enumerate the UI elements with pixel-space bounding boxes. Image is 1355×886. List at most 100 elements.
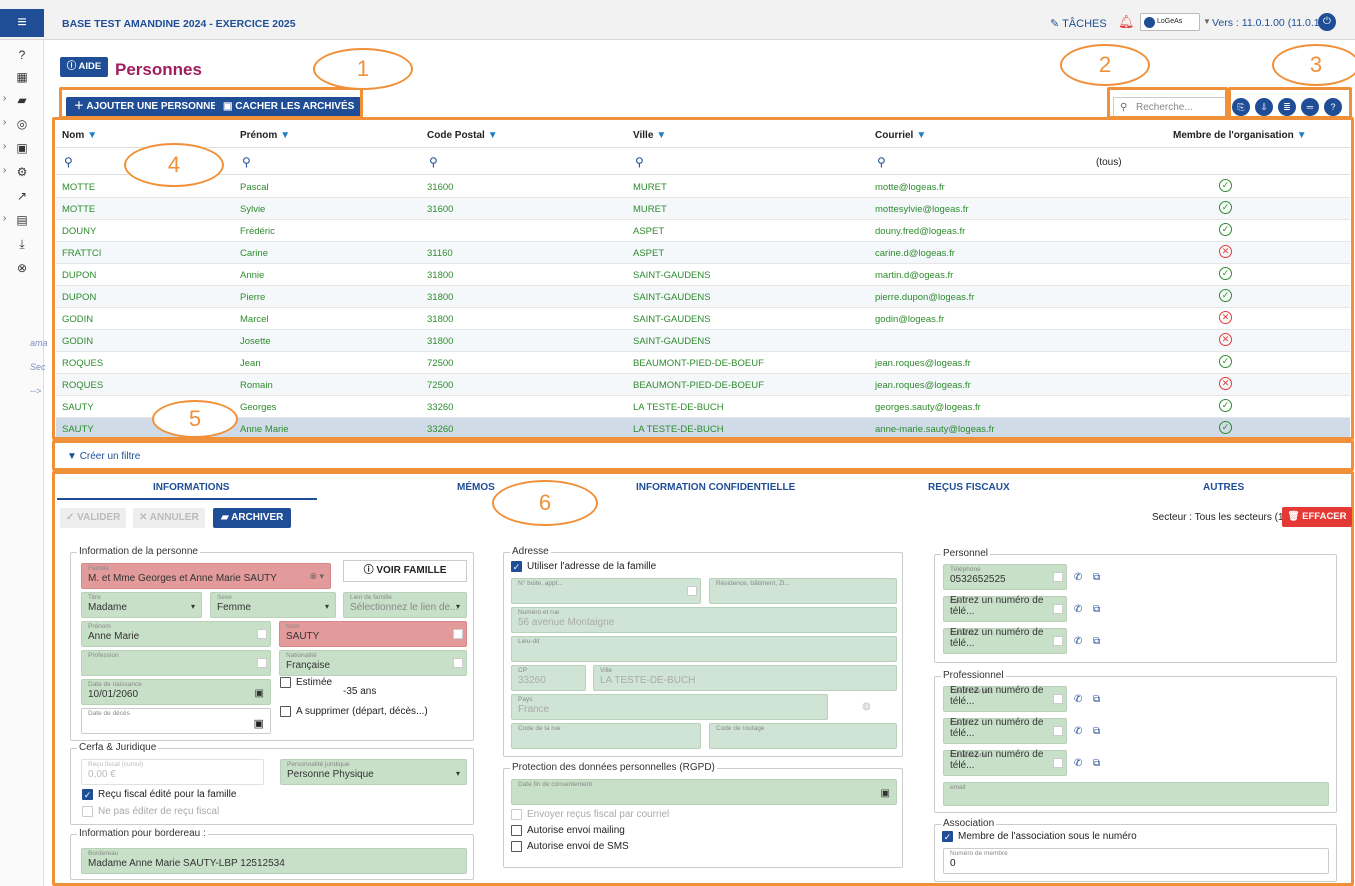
legal-entity-select[interactable]: Personnalité juridique Personne Physique ▾ — [280, 759, 467, 785]
chart-icon[interactable]: ↗ — [12, 189, 32, 205]
first-name-input[interactable]: Prénom Anne Marie — [81, 621, 271, 647]
consent-end-date-input[interactable]: Date fin de consentement ▣ — [511, 779, 897, 805]
contact-icon[interactable]: ▤ — [12, 213, 32, 229]
view-family-button[interactable]: ⓘ VOIR FAMILLE — [343, 560, 467, 582]
copy-icon[interactable]: ⧉ — [1093, 604, 1100, 615]
phone-icon[interactable]: ✆ — [1074, 636, 1082, 647]
last-name-input[interactable]: Nom SAUTY — [279, 621, 467, 647]
phone-icon[interactable]: ✆ — [1074, 726, 1082, 737]
send-receipt-email-label: Envoyer reçus fiscal par courriel — [527, 809, 670, 820]
mobile-input[interactable]: Portable Entrez un numéro de télé... — [943, 627, 1067, 654]
member-number-input[interactable]: Numéro de membre 0 — [943, 848, 1329, 874]
use-family-address-checkbox[interactable]: ✓ — [511, 561, 522, 572]
death-date-input[interactable]: Date de décès ▣ — [81, 708, 271, 734]
gear-icon[interactable]: ⚙ — [12, 165, 32, 181]
validate-button[interactable]: ✓ VALIDER — [60, 508, 127, 528]
phone-icon[interactable]: ✆ — [1074, 604, 1082, 615]
chevron-right-icon[interactable]: › — [3, 93, 6, 104]
nationality-input[interactable]: Nationalité Française — [279, 650, 467, 676]
sidebar-link[interactable]: --> — [30, 386, 41, 396]
family-link-select[interactable]: Lien de famille Sélectionnez le lien de..… — [343, 592, 467, 618]
download-icon[interactable]: ⤓ — [12, 237, 32, 253]
chevron-right-icon[interactable]: › — [3, 117, 6, 128]
family-select[interactable]: Famille M. et Mme Georges et Anne Marie S… — [81, 563, 331, 589]
briefcase-icon[interactable]: ▣ — [12, 141, 32, 157]
sidebar-link[interactable]: Sec — [30, 362, 46, 372]
phone-icon[interactable]: ✆ — [1074, 758, 1082, 769]
app-title: BASE TEST AMANDINE 2024 - EXERCICE 2025 — [62, 18, 296, 30]
tab-autres[interactable]: AUTRES — [1203, 482, 1244, 493]
estimated-label: Estimée — [296, 677, 333, 688]
sex-select[interactable]: Sexe Femme ▾ — [210, 592, 336, 618]
tab-memos[interactable]: MÉMOS — [457, 482, 495, 493]
fieldset-legend: Information pour bordereau : — [77, 828, 208, 839]
birth-date-input[interactable]: Date de naissance 10/01/2060 ▣ — [81, 679, 271, 705]
street-input[interactable]: Numéro et rue 56 avenue Montaigne — [511, 607, 897, 633]
fax-input[interactable]: Fax Entrez un numéro de télé... — [943, 595, 1067, 622]
fieldset-legend: Professionnel — [941, 670, 1006, 681]
phone-icon[interactable]: ✆ — [1074, 694, 1082, 705]
tab-recus-fiscaux[interactable]: REÇUS FISCAUX — [928, 482, 1010, 493]
help-button[interactable]: ⓘ AIDE — [60, 57, 108, 77]
chevron-right-icon[interactable]: › — [3, 165, 6, 176]
dashboard-icon[interactable]: ▦ — [12, 70, 32, 86]
hamburger-menu-icon[interactable]: ≡ — [0, 9, 44, 37]
title-select[interactable]: Titre Madame ▾ — [81, 592, 202, 618]
globe-icon[interactable]: ◍ — [862, 701, 871, 712]
city-input[interactable]: Ville LA TESTE-DE-BUCH — [593, 665, 897, 691]
annotation-box-1 — [59, 87, 363, 119]
annotation-box-5 — [52, 440, 1354, 471]
calendar-icon: ▣ — [254, 688, 264, 699]
family-receipt-checkbox[interactable]: ✓ — [82, 789, 93, 800]
chevron-right-icon[interactable]: › — [3, 213, 6, 224]
routing-code-input[interactable]: Code de routage — [709, 723, 897, 749]
tab-information-confidentielle[interactable]: INFORMATION CONFIDENTIELLE — [636, 482, 795, 493]
archive-button[interactable]: ▰ ARCHIVER — [213, 508, 292, 528]
chevron-right-icon[interactable]: › — [3, 141, 6, 152]
member-checkbox[interactable]: ✓ — [942, 831, 953, 842]
estimated-checkbox[interactable] — [280, 677, 291, 688]
pro-phone-input[interactable]: Téléphone pro. Entrez un numéro de télé..… — [943, 685, 1067, 712]
locality-input[interactable]: Lieu-dit — [511, 636, 897, 662]
fieldset-legend: Adresse — [510, 546, 551, 557]
help-icon[interactable]: ? — [12, 48, 32, 64]
copy-icon[interactable]: ⧉ — [1093, 758, 1100, 769]
copy-icon[interactable]: ⧉ — [1093, 726, 1100, 737]
email-input[interactable]: email — [943, 782, 1329, 806]
folder-icon[interactable]: ▰ — [12, 93, 32, 109]
erase-button[interactable]: 🗑︎ EFFACER — [1282, 507, 1352, 527]
fieldset-legend: Cerfa & Juridique — [77, 742, 159, 753]
cancel-button[interactable]: ✕ ANNULER — [133, 508, 205, 528]
phone-input[interactable]: Téléphone 0532652525 — [943, 564, 1067, 590]
street-code-input[interactable]: Code de la rue — [511, 723, 701, 749]
pro-mobile-input[interactable]: Portable pro. Entrez un numéro de télé... — [943, 749, 1067, 776]
residence-input[interactable]: Résidence, bâtiment, Zl... — [709, 578, 897, 604]
send-receipt-email-checkbox[interactable] — [511, 809, 522, 820]
power-icon[interactable]: ⏻ — [1318, 13, 1336, 31]
sidebar-link[interactable]: ama — [30, 338, 48, 348]
copy-icon[interactable]: ⧉ — [1093, 572, 1100, 583]
bell-icon[interactable]: 🔔︎ — [1118, 14, 1135, 30]
sms-checkbox[interactable] — [511, 841, 522, 852]
annotation-label-1: 1 — [313, 48, 413, 90]
tab-informations[interactable]: INFORMATIONS — [153, 482, 229, 493]
copy-icon[interactable]: ⧉ — [1093, 636, 1100, 647]
box-apt-input[interactable]: N° boite, appt... — [511, 578, 701, 604]
to-delete-checkbox[interactable] — [280, 706, 291, 717]
coin-icon[interactable]: ◎ — [12, 117, 32, 133]
country-input[interactable]: Pays France — [511, 694, 828, 720]
user-button[interactable]: LoGeAs — [1140, 13, 1200, 31]
phone-icon[interactable]: ✆ — [1074, 572, 1082, 583]
pro-fax-input[interactable]: Fax pro. Entrez un numéro de télé... — [943, 717, 1067, 744]
tasks-link[interactable]: ✎ TÂCHES — [1050, 17, 1107, 30]
fieldset-legend: Association — [941, 818, 997, 829]
profession-input[interactable]: Profession — [81, 650, 271, 676]
annotation-label-5: 5 — [152, 400, 238, 438]
chevron-down-icon[interactable]: ▼ — [1203, 17, 1211, 26]
mailing-checkbox[interactable] — [511, 825, 522, 836]
close-icon[interactable]: ⊗ — [12, 261, 32, 277]
no-receipt-checkbox[interactable] — [82, 806, 93, 817]
postcode-input[interactable]: CP 33260 — [511, 665, 586, 691]
copy-icon[interactable]: ⧉ — [1093, 694, 1100, 705]
bordereau-input[interactable]: Bordereau Madame Anne Marie SAUTY-LBP 125… — [81, 848, 467, 874]
